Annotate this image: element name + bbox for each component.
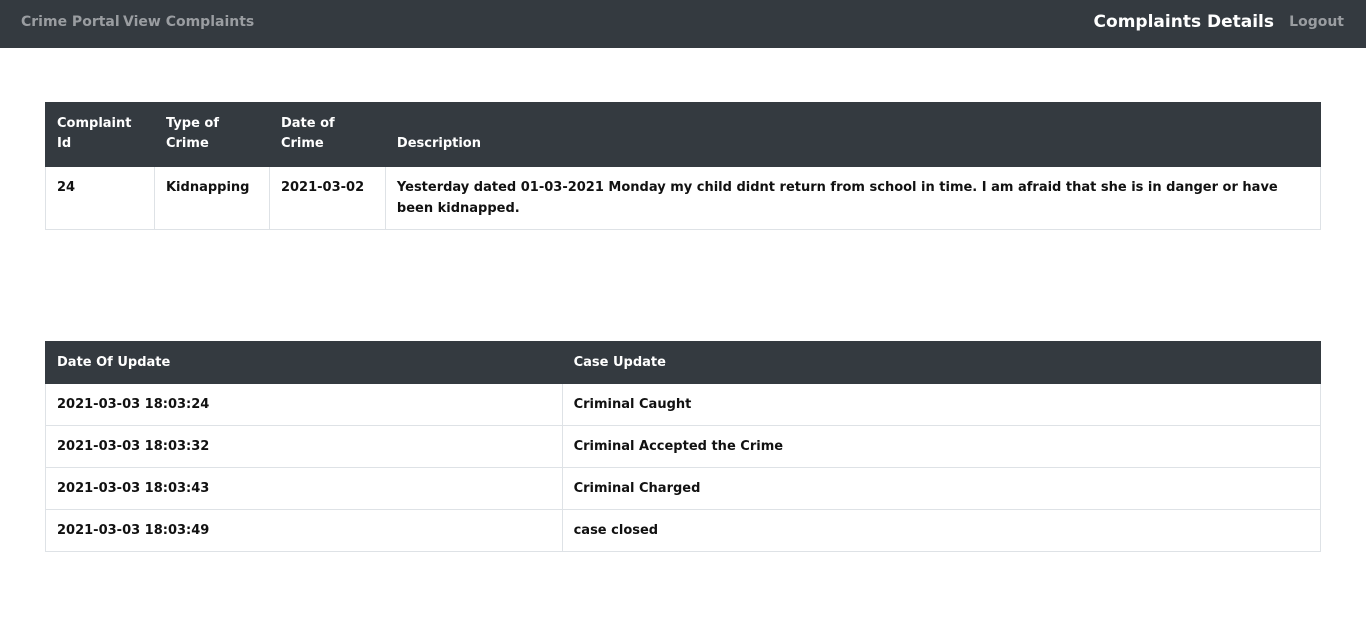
page-title: Complaints Details bbox=[1093, 12, 1274, 32]
cell-case-update: Criminal Caught bbox=[561, 383, 1322, 426]
brand-link[interactable]: Crime Portal bbox=[21, 0, 120, 48]
header-description: Description bbox=[384, 102, 1322, 167]
cell-case-update: Criminal Accepted the Crime bbox=[561, 425, 1322, 468]
table-header-row: Complaint Id Type of Crime Date of Crime… bbox=[45, 102, 1322, 167]
table-row: 2021-03-03 18:03:49 case closed bbox=[45, 509, 1322, 552]
cell-description: Yesterday dated 01-03-2021 Monday my chi… bbox=[384, 166, 1322, 230]
table-header-row: Date Of Update Case Update bbox=[45, 341, 1322, 384]
cell-case-update: Criminal Charged bbox=[561, 467, 1322, 510]
header-type-of-crime: Type of Crime bbox=[153, 102, 270, 167]
cell-update-date: 2021-03-03 18:03:32 bbox=[45, 425, 563, 468]
complaint-table: Complaint Id Type of Crime Date of Crime… bbox=[45, 102, 1322, 230]
header-date-of-update: Date Of Update bbox=[45, 341, 563, 384]
cell-update-date: 2021-03-03 18:03:49 bbox=[45, 509, 563, 552]
table-row: 24 Kidnapping 2021-03-02 Yesterday dated… bbox=[45, 166, 1322, 230]
cell-type-of-crime: Kidnapping bbox=[153, 166, 270, 230]
header-date-of-crime: Date of Crime bbox=[268, 102, 386, 167]
cell-update-date: 2021-03-03 18:03:24 bbox=[45, 383, 563, 426]
table-row: 2021-03-03 18:03:24 Criminal Caught bbox=[45, 383, 1322, 426]
table-row: 2021-03-03 18:03:32 Criminal Accepted th… bbox=[45, 425, 1322, 468]
top-navbar: Crime Portal View Complaints Complaints … bbox=[0, 0, 1366, 48]
table-row: 2021-03-03 18:03:43 Criminal Charged bbox=[45, 467, 1322, 510]
cell-date-of-crime: 2021-03-02 bbox=[268, 166, 386, 230]
header-complaint-id: Complaint Id bbox=[45, 102, 155, 167]
cell-case-update: case closed bbox=[561, 509, 1322, 552]
view-complaints-link[interactable]: View Complaints bbox=[123, 0, 254, 48]
cell-complaint-id: 24 bbox=[45, 166, 155, 230]
case-updates-table: Date Of Update Case Update 2021-03-03 18… bbox=[45, 341, 1322, 552]
logout-link[interactable]: Logout bbox=[1289, 0, 1344, 48]
header-case-update: Case Update bbox=[561, 341, 1322, 384]
cell-update-date: 2021-03-03 18:03:43 bbox=[45, 467, 563, 510]
